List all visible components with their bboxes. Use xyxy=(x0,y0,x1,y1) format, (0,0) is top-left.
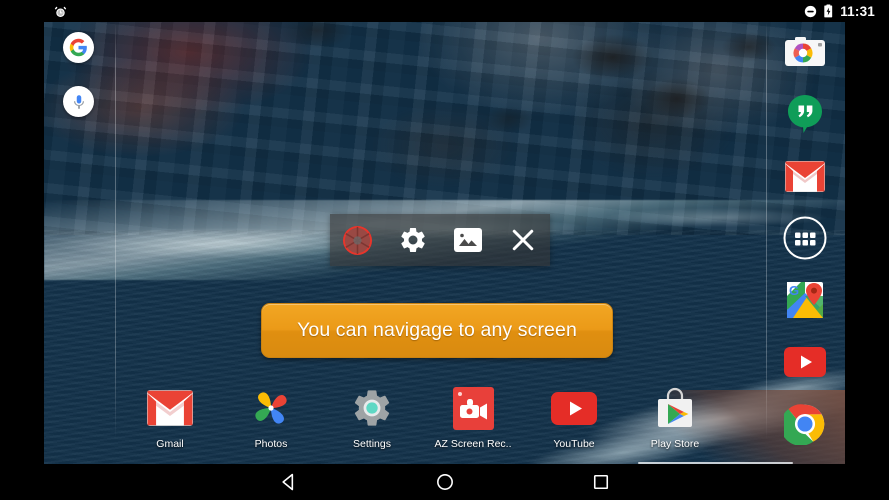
rail-item-youtube[interactable] xyxy=(783,340,827,384)
rail-item-camera[interactable] xyxy=(783,30,827,74)
gmail-icon-wrap xyxy=(146,384,194,432)
dock-label: YouTube xyxy=(553,438,595,450)
status-bar-left xyxy=(54,5,67,18)
close-icon xyxy=(512,229,533,251)
gallery-button[interactable] xyxy=(445,217,491,263)
dock: Gmail Photos Settings AZ Screen Rec.. Yo… xyxy=(44,384,845,462)
recents-square-icon xyxy=(593,474,608,490)
status-bar-clock: 11:31 xyxy=(840,3,875,19)
do-not-disturb-icon xyxy=(805,5,817,17)
android-home-screen: G You can navigage to any screen Gmail P… xyxy=(0,0,889,500)
record-shutter-icon xyxy=(342,225,373,255)
page-edge-line-right xyxy=(766,22,767,440)
youtube-icon-wrap xyxy=(550,384,598,432)
microphone-icon xyxy=(73,94,84,109)
google-g-icon xyxy=(69,38,87,57)
photos-icon xyxy=(255,392,287,424)
dock-item-photos[interactable]: Photos xyxy=(241,384,301,450)
device-screen: G You can navigage to any screen Gmail P… xyxy=(44,0,845,500)
camera-icon xyxy=(785,37,825,66)
battery-charging-icon xyxy=(824,4,833,18)
status-bar-right: 11:31 xyxy=(804,4,875,19)
image-icon xyxy=(453,228,482,252)
dock-label: AZ Screen Rec.. xyxy=(434,438,512,450)
nav-recents-button[interactable] xyxy=(584,465,618,499)
play-store-icon-wrap xyxy=(651,384,699,432)
settings-button[interactable] xyxy=(390,217,436,263)
app-drawer-icon xyxy=(783,216,827,260)
dock-item-settings[interactable]: Settings xyxy=(342,384,402,450)
page-edge-line-left xyxy=(115,22,116,440)
dock-item-youtube[interactable]: YouTube xyxy=(544,384,604,450)
voice-search-button[interactable] xyxy=(63,86,94,117)
maps-icon: G xyxy=(787,282,823,318)
rail-item-hangouts[interactable] xyxy=(783,92,827,136)
play-store-icon xyxy=(658,387,692,427)
dock-label: Settings xyxy=(353,438,391,450)
hangouts-icon xyxy=(788,95,822,133)
dock-item-az-screen-rec[interactable]: AZ Screen Rec.. xyxy=(434,384,512,450)
nav-home-button[interactable] xyxy=(428,465,462,499)
youtube-icon xyxy=(784,347,826,377)
close-button[interactable] xyxy=(500,217,546,263)
gear-icon xyxy=(354,390,390,426)
alarm-icon xyxy=(54,6,67,17)
toast-banner: You can navigage to any screen xyxy=(261,303,613,358)
navigation-bar xyxy=(0,464,889,500)
az-screen-recorder-icon xyxy=(452,386,494,430)
back-triangle-icon xyxy=(281,473,293,491)
youtube-icon xyxy=(551,391,597,425)
rail-item-gmail[interactable] xyxy=(783,154,827,198)
gear-icon xyxy=(400,227,425,252)
svg-text:G: G xyxy=(789,283,799,298)
settings-icon-wrap xyxy=(348,384,396,432)
az-screen-rec-icon-wrap xyxy=(449,384,497,432)
rail-item-app-drawer[interactable] xyxy=(783,216,827,260)
gmail-icon xyxy=(147,390,193,426)
dock-item-gmail[interactable]: Gmail xyxy=(140,384,200,450)
record-button[interactable] xyxy=(335,217,381,263)
toast-message: You can navigage to any screen xyxy=(297,319,577,341)
dock-label: Photos xyxy=(254,438,288,450)
photos-icon-wrap xyxy=(247,384,295,432)
google-search-button[interactable] xyxy=(63,32,94,63)
home-circle-icon xyxy=(436,474,453,490)
dock-label: Gmail xyxy=(156,438,184,450)
nav-back-button[interactable] xyxy=(272,465,306,499)
gmail-icon xyxy=(785,160,825,192)
rail-item-maps[interactable]: G xyxy=(783,278,827,322)
dock-label: Play Store xyxy=(650,438,700,450)
dock-item-play-store[interactable]: Play Store xyxy=(645,384,705,450)
floating-recorder-toolbar[interactable] xyxy=(330,214,550,266)
status-bar: 11:31 xyxy=(0,0,889,22)
